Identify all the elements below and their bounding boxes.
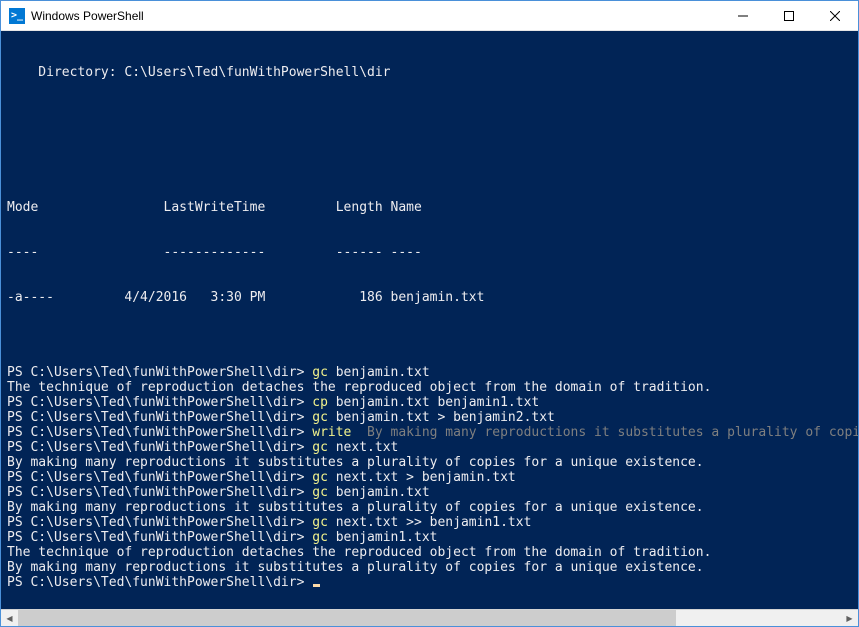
command-name: gc (312, 410, 328, 425)
maximize-button[interactable] (766, 1, 812, 30)
prompt: PS C:\Users\Ted\funWithPowerShell\dir> (7, 485, 312, 500)
prompt: PS C:\Users\Ted\funWithPowerShell\dir> (7, 575, 312, 590)
command-name: write (312, 425, 351, 440)
window-controls (720, 1, 858, 30)
command-args: next.txt > benjamin.txt (328, 470, 516, 485)
scroll-right-arrow[interactable]: ▶ (841, 610, 858, 627)
command-line: PS C:\Users\Ted\funWithPowerShell\dir> w… (7, 425, 856, 440)
command-line: PS C:\Users\Ted\funWithPowerShell\dir> c… (7, 395, 856, 410)
command-trailing: By making many reproductions it substitu… (351, 425, 858, 440)
prompt: PS C:\Users\Ted\funWithPowerShell\dir> (7, 470, 312, 485)
output-line: The technique of reproduction detaches t… (7, 545, 856, 560)
command-name: gc (312, 530, 328, 545)
prompt: PS C:\Users\Ted\funWithPowerShell\dir> (7, 425, 312, 440)
window-title: Windows PowerShell (31, 9, 720, 23)
prompt-line: PS C:\Users\Ted\funWithPowerShell\dir> (7, 575, 856, 590)
minimize-button[interactable] (720, 1, 766, 30)
command-args: next.txt >> benjamin1.txt (328, 515, 532, 530)
scroll-thumb[interactable] (18, 610, 676, 626)
command-line: PS C:\Users\Ted\funWithPowerShell\dir> g… (7, 365, 856, 380)
command-line: PS C:\Users\Ted\funWithPowerShell\dir> g… (7, 515, 856, 530)
command-name: gc (312, 515, 328, 530)
command-line: PS C:\Users\Ted\funWithPowerShell\dir> g… (7, 530, 856, 545)
command-line: PS C:\Users\Ted\funWithPowerShell\dir> g… (7, 410, 856, 425)
output-line: By making many reproductions it substitu… (7, 560, 856, 575)
cursor (313, 584, 320, 587)
output-line: The technique of reproduction detaches t… (7, 380, 856, 395)
output-line: By making many reproductions it substitu… (7, 500, 856, 515)
prompt: PS C:\Users\Ted\funWithPowerShell\dir> (7, 365, 312, 380)
blank-line (7, 155, 856, 170)
blank-line (7, 335, 856, 350)
prompt: PS C:\Users\Ted\funWithPowerShell\dir> (7, 530, 312, 545)
horizontal-scrollbar[interactable]: ◀ ▶ (1, 609, 858, 626)
command-line: PS C:\Users\Ted\funWithPowerShell\dir> g… (7, 440, 856, 455)
scroll-left-arrow[interactable]: ◀ (1, 610, 18, 627)
table-header: Mode LastWriteTime Length Name (7, 200, 856, 215)
command-args: benjamin.txt (328, 365, 430, 380)
output-line: By making many reproductions it substitu… (7, 455, 856, 470)
command-name: gc (312, 440, 328, 455)
terminal[interactable]: Directory: C:\Users\Ted\funWithPowerShel… (1, 31, 858, 609)
command-args: benjamin.txt benjamin1.txt (328, 395, 539, 410)
table-divider: ---- ------------- ------ ---- (7, 245, 856, 260)
powershell-icon-glyph: >_ (11, 10, 23, 21)
blank-line (7, 110, 856, 125)
command-args: benjamin1.txt (328, 530, 438, 545)
command-line: PS C:\Users\Ted\funWithPowerShell\dir> g… (7, 485, 856, 500)
prompt: PS C:\Users\Ted\funWithPowerShell\dir> (7, 395, 312, 410)
command-name: cp (312, 395, 328, 410)
command-name: gc (312, 470, 328, 485)
blank-line (7, 350, 856, 365)
scroll-track[interactable] (18, 610, 841, 626)
table-row: -a---- 4/4/2016 3:30 PM 186 benjamin.txt (7, 290, 856, 305)
command-name: gc (312, 485, 328, 500)
command-args: next.txt (328, 440, 398, 455)
command-args: benjamin.txt (328, 485, 430, 500)
prompt: PS C:\Users\Ted\funWithPowerShell\dir> (7, 410, 312, 425)
prompt: PS C:\Users\Ted\funWithPowerShell\dir> (7, 440, 312, 455)
close-button[interactable] (812, 1, 858, 30)
command-name: gc (312, 365, 328, 380)
command-line: PS C:\Users\Ted\funWithPowerShell\dir> g… (7, 470, 856, 485)
command-args: benjamin.txt > benjamin2.txt (328, 410, 555, 425)
powershell-icon: >_ (9, 8, 25, 24)
window-titlebar: >_ Windows PowerShell (1, 1, 858, 31)
directory-header: Directory: C:\Users\Ted\funWithPowerShel… (7, 65, 856, 80)
prompt: PS C:\Users\Ted\funWithPowerShell\dir> (7, 515, 312, 530)
